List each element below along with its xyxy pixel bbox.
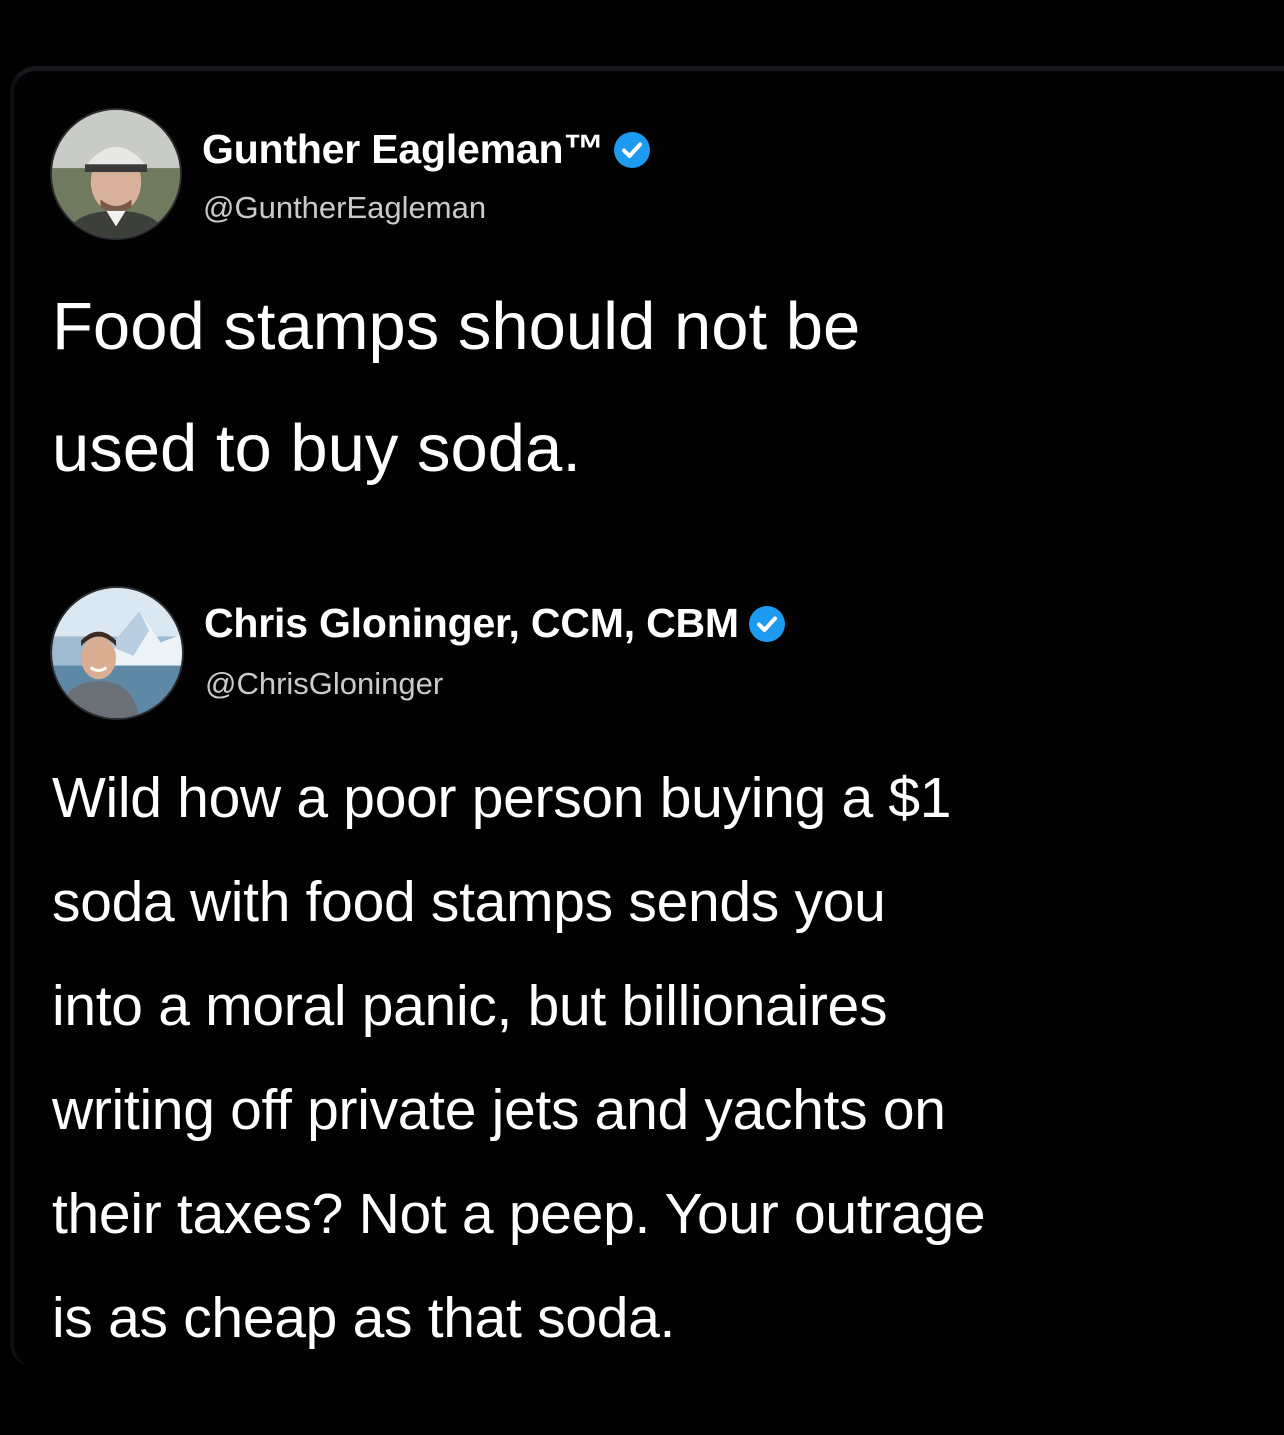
user-avatar-icon	[52, 588, 182, 718]
display-name[interactable]: Chris Gloninger, CCM, CBM	[204, 600, 739, 647]
verified-badge-icon	[747, 604, 787, 644]
tweet-text: Wild how a poor person buying a $1 soda …	[52, 766, 986, 1350]
tweet-text: Food stamps should not be used to buy so…	[52, 289, 861, 486]
verified-badge-icon	[612, 130, 652, 170]
user-handle[interactable]: @GuntherEagleman	[203, 190, 486, 226]
user-avatar-icon	[52, 110, 180, 238]
author-name-row[interactable]: Chris Gloninger, CCM, CBM	[204, 600, 787, 647]
display-name[interactable]: Gunther Eagleman™	[202, 126, 604, 173]
avatar[interactable]	[50, 108, 182, 240]
avatar[interactable]	[50, 586, 184, 720]
author-name-row[interactable]: Gunther Eagleman™	[202, 126, 652, 173]
screenshot: Gunther Eagleman™ @GuntherEagleman Food …	[0, 0, 1284, 1435]
user-handle[interactable]: @ChrisGloninger	[205, 666, 443, 702]
